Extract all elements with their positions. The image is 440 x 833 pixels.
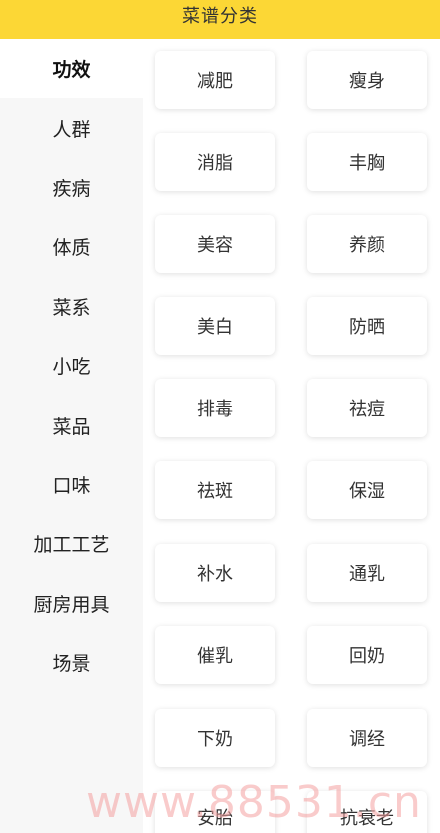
sidebar-item-kitchenware[interactable]: 厨房用具 bbox=[0, 574, 143, 633]
tag-button[interactable]: 瘦身 bbox=[307, 51, 427, 109]
sidebar-item-process[interactable]: 加工工艺 bbox=[0, 514, 143, 573]
tag-button[interactable]: 祛斑 bbox=[155, 461, 275, 519]
tag-button[interactable]: 抗衰老 bbox=[307, 791, 427, 833]
tag-button[interactable]: 丰胸 bbox=[307, 133, 427, 191]
tag-button[interactable]: 养颜 bbox=[307, 215, 427, 273]
tag-panel: 减肥 瘦身 消脂 丰胸 美容 养颜 美白 防晒 排毒 祛痘 祛斑 保湿 补水 通… bbox=[143, 39, 440, 833]
sidebar-item-cuisine[interactable]: 菜系 bbox=[0, 277, 143, 336]
sidebar-item-disease[interactable]: 疾病 bbox=[0, 158, 143, 217]
tag-button[interactable]: 调经 bbox=[307, 709, 427, 767]
sidebar-item-scene[interactable]: 场景 bbox=[0, 633, 143, 692]
category-sidebar: 功效 人群 疾病 体质 菜系 小吃 菜品 口味 加工工艺 厨房用具 场景 bbox=[0, 39, 143, 833]
tag-button[interactable]: 安胎 bbox=[155, 791, 275, 833]
tag-button[interactable]: 美容 bbox=[155, 215, 275, 273]
sidebar-item-snack[interactable]: 小吃 bbox=[0, 336, 143, 395]
sidebar-item-dish[interactable]: 菜品 bbox=[0, 395, 143, 454]
tag-button[interactable]: 美白 bbox=[155, 297, 275, 355]
page-title: 菜谱分类 bbox=[182, 6, 258, 27]
tag-button[interactable]: 祛痘 bbox=[307, 379, 427, 437]
tag-button[interactable]: 回奶 bbox=[307, 626, 427, 684]
header-bar: 菜谱分类 bbox=[0, 0, 440, 39]
tag-button[interactable]: 保湿 bbox=[307, 461, 427, 519]
tag-button[interactable]: 排毒 bbox=[155, 379, 275, 437]
sidebar-item-constitution[interactable]: 体质 bbox=[0, 217, 143, 276]
tag-button[interactable]: 通乳 bbox=[307, 544, 427, 602]
tag-button[interactable]: 补水 bbox=[155, 544, 275, 602]
app-root: 菜谱分类 功效 人群 疾病 体质 菜系 小吃 菜品 口味 加工工艺 厨房用具 场… bbox=[0, 0, 440, 833]
sidebar-item-crowd[interactable]: 人群 bbox=[0, 98, 143, 157]
tag-button[interactable]: 下奶 bbox=[155, 709, 275, 767]
sidebar-item-flavor[interactable]: 口味 bbox=[0, 455, 143, 514]
sidebar-item-efficacy[interactable]: 功效 bbox=[0, 39, 143, 99]
tag-button[interactable]: 催乳 bbox=[155, 626, 275, 684]
tag-button[interactable]: 减肥 bbox=[155, 51, 275, 109]
tag-button[interactable]: 消脂 bbox=[155, 133, 275, 191]
tag-button[interactable]: 防晒 bbox=[307, 297, 427, 355]
